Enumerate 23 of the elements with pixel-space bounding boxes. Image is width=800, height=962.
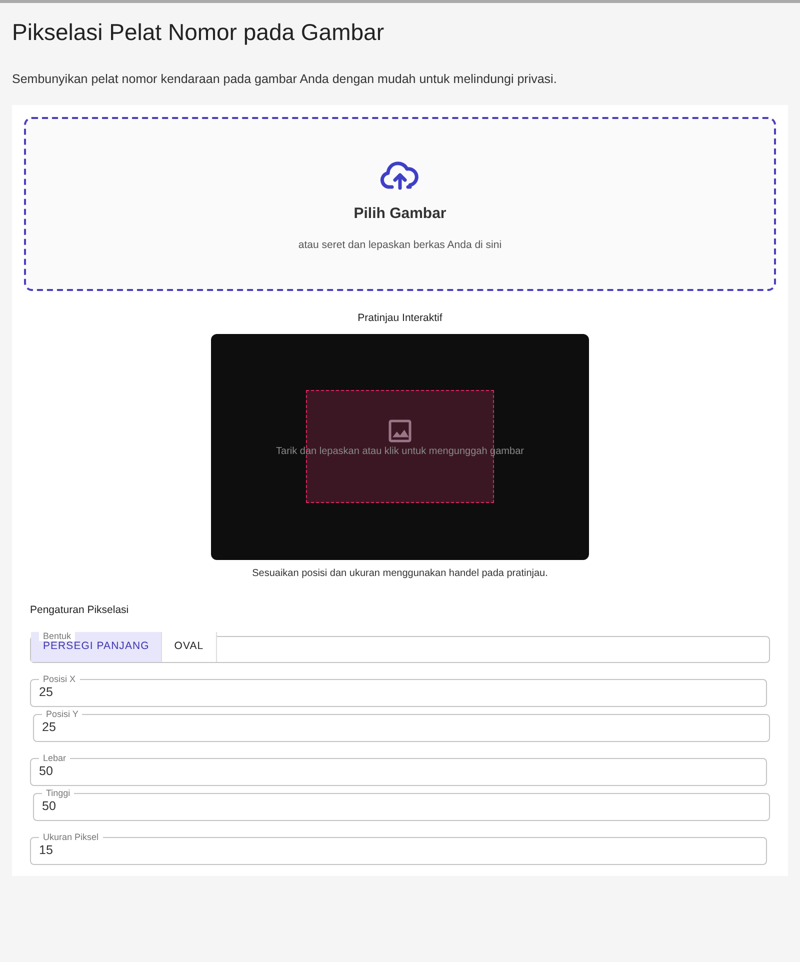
field-value: 50 xyxy=(42,798,57,815)
preview-caption: Sesuaikan posisi dan ukuran menggunakan handel pada pratinjau. xyxy=(252,567,548,581)
page-subtitle: Sembunyikan pelat nomor kendaraan pada gambar Anda dengan mudah untuk melindungi privasi. xyxy=(11,70,558,88)
page-title: Pikselasi Pelat Nomor pada Gambar xyxy=(11,18,385,47)
number-field[interactable]: Tinggi 50 xyxy=(33,788,770,821)
drop-hint: atau seret dan lepaskan berkas Anda di sini xyxy=(298,238,502,253)
upload-placeholder: Tarik dan lepaskan atau klik untuk mengunggah gambar xyxy=(276,444,524,458)
field-value: 25 xyxy=(39,684,54,701)
cloud-upload-icon xyxy=(380,159,420,192)
upload-dropzone[interactable]: Pilih Gambar atau seret dan lepaskan berkas Anda di sini xyxy=(24,117,776,292)
number-field[interactable]: Lebar 50 xyxy=(30,754,767,786)
settings-title: Pengaturan Pikselasi xyxy=(30,603,130,618)
preview-title: Pratinjau Interaktif xyxy=(358,311,442,326)
field-value: 15 xyxy=(39,842,54,859)
field-value: 50 xyxy=(39,762,54,780)
number-field[interactable]: Ukuran Piksel 15 xyxy=(30,832,767,865)
field-value: 25 xyxy=(42,718,57,736)
preview-canvas[interactable]: Tarik dan lepaskan atau klik untuk mengunggah gambar xyxy=(211,334,589,560)
shape-option[interactable]: OVAL xyxy=(162,632,217,662)
shape-label: Bentuk xyxy=(39,632,76,641)
number-field[interactable]: Posisi Y 25 xyxy=(33,710,770,742)
number-field[interactable]: Posisi X 25 xyxy=(30,674,767,707)
choose-image-label[interactable]: Pilih Gambar xyxy=(354,203,446,226)
